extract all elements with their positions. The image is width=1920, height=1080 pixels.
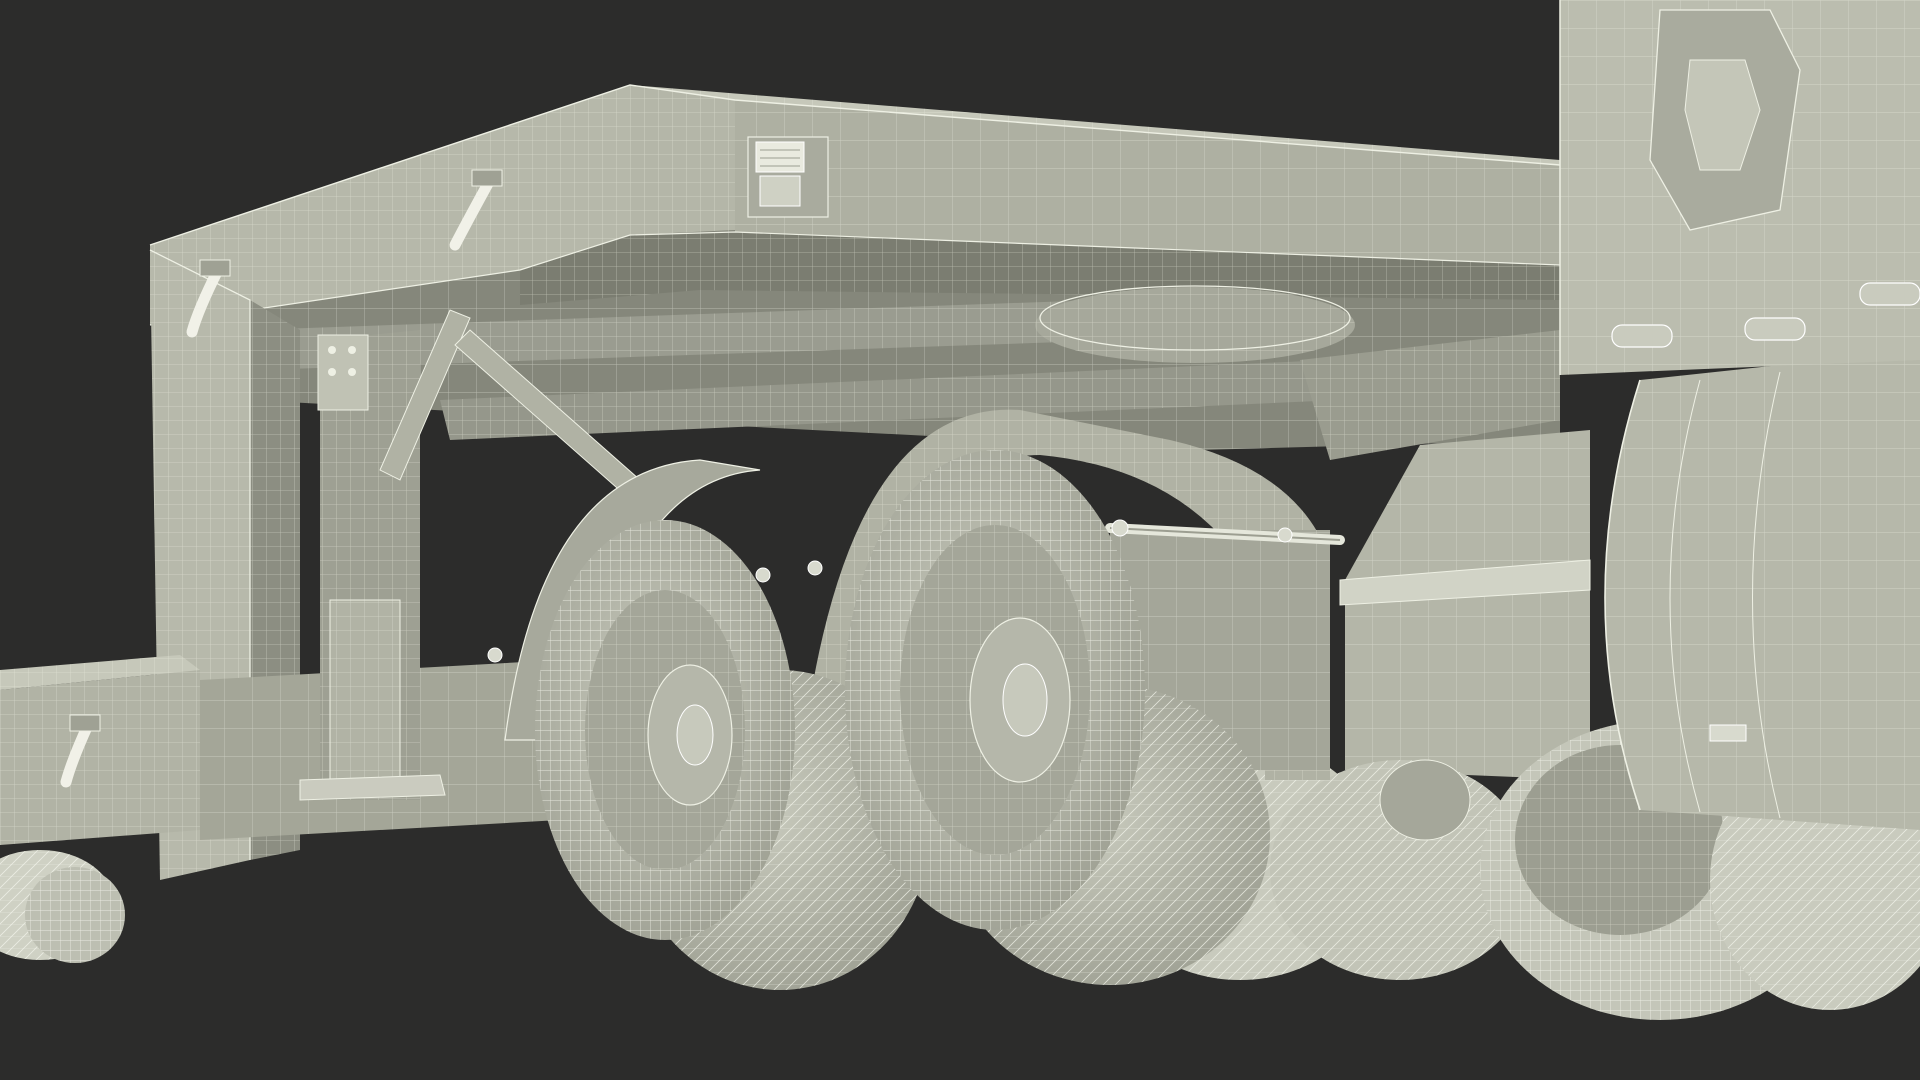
cab-rear bbox=[1559, 0, 1920, 375]
trailer-render bbox=[0, 0, 1920, 1020]
tail-light bbox=[747, 136, 829, 218]
render-viewport bbox=[0, 0, 1920, 1080]
lower-front-deck bbox=[0, 655, 200, 963]
rear-frame bbox=[1300, 330, 1591, 780]
upper-deck-frame bbox=[149, 84, 1561, 326]
fuel-tank bbox=[1604, 350, 1920, 830]
